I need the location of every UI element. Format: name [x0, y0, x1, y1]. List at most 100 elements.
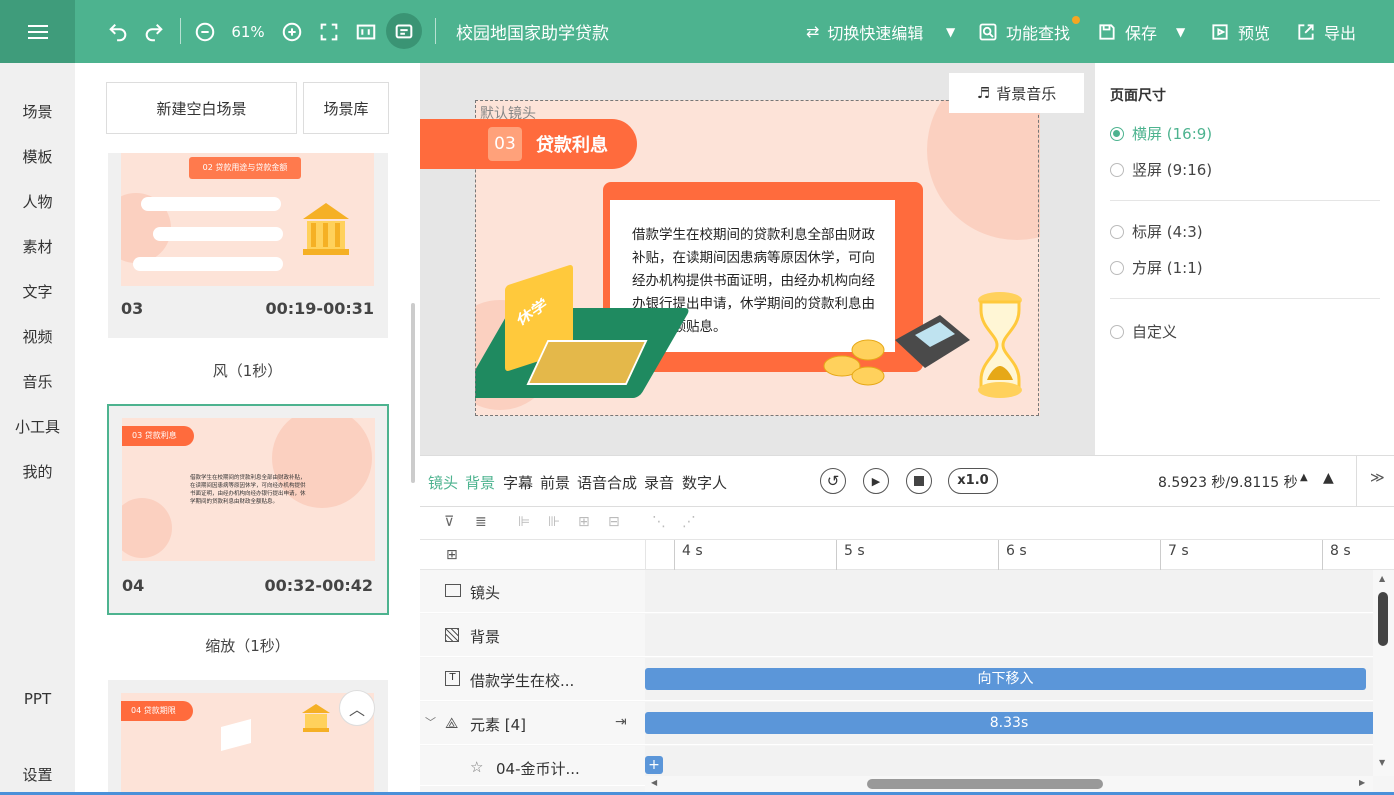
- track-row[interactable]: [645, 614, 1373, 657]
- track-element-item[interactable]: ☆ 04-金币计...: [420, 746, 645, 786]
- zoom-large-icon[interactable]: ▲: [1323, 470, 1334, 486]
- vertical-scrollbar[interactable]: ▲ ▼: [1373, 570, 1394, 776]
- element-clip[interactable]: 8.33s: [645, 712, 1373, 734]
- swap-icon: ⇄: [806, 22, 820, 41]
- transition-label[interactable]: 风（1秒）: [75, 360, 420, 381]
- speed-button[interactable]: x1.0: [948, 468, 998, 494]
- background-icon: [445, 628, 459, 642]
- distribute-icon[interactable]: ⊟: [608, 514, 620, 530]
- sidebar-item-template[interactable]: 模板: [0, 146, 75, 167]
- title-badge[interactable]: 03 贷款利息: [420, 119, 637, 169]
- sidebar-item-video[interactable]: 视频: [0, 326, 75, 347]
- search-icon: [979, 23, 997, 40]
- undo-icon[interactable]: [104, 0, 132, 63]
- tab-camera[interactable]: 镜头: [428, 472, 458, 493]
- new-blank-scene-button[interactable]: 新建空白场景: [106, 82, 297, 134]
- subtitle-icon[interactable]: [386, 13, 422, 49]
- radio-square[interactable]: 方屏 (1:1): [1110, 257, 1203, 278]
- bank-icon: [301, 703, 331, 733]
- ungroup-icon[interactable]: ⇥: [615, 714, 627, 730]
- background-music-button[interactable]: ♬ 背景音乐: [949, 73, 1084, 113]
- project-title[interactable]: 校园地国家助学贷款: [456, 0, 609, 63]
- expand-chevron-icon[interactable]: ﹀: [425, 714, 436, 730]
- radio-standard[interactable]: 标屏 (4:3): [1110, 221, 1203, 242]
- animation-clip[interactable]: 向下移入: [645, 668, 1366, 690]
- feature-search-button[interactable]: 功能查找: [978, 0, 1070, 63]
- sidebar-item-text[interactable]: 文字: [0, 281, 75, 302]
- tab-foreground[interactable]: 前景: [540, 472, 570, 493]
- radio-portrait[interactable]: 竖屏 (9:16): [1110, 159, 1212, 180]
- timeline-ruler[interactable]: ⊞ 4 s 5 s 6 s 7 s 8 s: [420, 539, 1394, 571]
- star-icon: ☆: [470, 758, 484, 776]
- top-toolbar: 61% 校园地国家助学贷款 ⇄ 切换快速编辑 ▼ 功能查找 保存 ▼ 预览 导出: [0, 0, 1394, 63]
- redo-icon[interactable]: [140, 0, 168, 63]
- align-right-icon[interactable]: ⊪: [548, 514, 560, 530]
- stagger-reverse-icon[interactable]: ⋰: [682, 514, 696, 530]
- align-center-icon[interactable]: ⊞: [578, 514, 590, 530]
- zoom-small-icon[interactable]: ▲: [1300, 472, 1308, 483]
- actual-size-icon[interactable]: [353, 0, 379, 63]
- timeline-tabbar: 镜头 背景 字幕 前景 语音合成 录音 数字人 ↺ ▶ x1.0 8.5923 …: [420, 455, 1394, 507]
- preview-button[interactable]: 预览: [1210, 0, 1270, 63]
- menu-icon[interactable]: [0, 0, 75, 63]
- scene-card[interactable]: 02 贷款用途与贷款金额 03 00:19-00:31: [108, 153, 388, 338]
- add-icon[interactable]: +: [645, 756, 663, 774]
- scroll-thumb[interactable]: [867, 779, 1103, 789]
- radio-custom[interactable]: 自定义: [1110, 321, 1177, 342]
- track-row[interactable]: 向下移入: [645, 658, 1373, 701]
- radio-landscape[interactable]: 横屏 (16:9): [1110, 123, 1212, 144]
- sidebar-item-material[interactable]: 素材: [0, 236, 75, 257]
- stagger-icon[interactable]: ⋱: [652, 514, 666, 530]
- scene-panel-scrollbar[interactable]: [411, 303, 415, 483]
- elements-icon: ⟁: [445, 714, 459, 732]
- zoom-out-icon[interactable]: [192, 0, 218, 63]
- notification-dot: [1072, 16, 1080, 24]
- sidebar-item-settings[interactable]: 设置: [0, 764, 75, 785]
- sidebar-item-character[interactable]: 人物: [0, 191, 75, 212]
- horizontal-scrollbar[interactable]: ◀ ▶: [645, 776, 1373, 792]
- tab-tts[interactable]: 语音合成: [577, 472, 637, 493]
- bank-icon: [301, 201, 351, 256]
- track-row[interactable]: [645, 570, 1373, 613]
- tab-subtitle[interactable]: 字幕: [503, 472, 533, 493]
- canvas-area: 借款学生在校期间的贷款利息全部由财政补贴，在读期间因患病等原因休学，可向经办机构…: [420, 63, 1095, 455]
- sidebar-item-mine[interactable]: 我的: [0, 461, 75, 482]
- sidebar-item-tools[interactable]: 小工具: [0, 416, 75, 437]
- sidebar-item-scene[interactable]: 场景: [0, 101, 75, 122]
- track-elements[interactable]: ﹀ ⟁ 元素 [4] ⇥: [420, 702, 645, 745]
- collapse-icon[interactable]: ≫: [1370, 470, 1385, 486]
- scene-card-selected[interactable]: 03 贷款利息 借款学生在校期间的贷款利息全部由财政补贴，在读期间因患病等原因休…: [107, 404, 389, 615]
- zoom-in-icon[interactable]: [279, 0, 305, 63]
- track-background[interactable]: 背景: [420, 614, 645, 657]
- tab-background[interactable]: 背景: [465, 472, 495, 493]
- save-button[interactable]: 保存: [1097, 0, 1157, 63]
- sidebar-item-ppt[interactable]: PPT: [0, 690, 75, 708]
- sort-icon[interactable]: ≣: [475, 514, 487, 530]
- scene-library-button[interactable]: 场景库: [303, 82, 389, 134]
- scene-thumbnail: 04 贷款期限: [121, 693, 374, 795]
- grid-icon[interactable]: ⊞: [446, 547, 458, 563]
- scroll-thumb[interactable]: [1378, 592, 1388, 646]
- camera-icon: [445, 584, 461, 597]
- track-text[interactable]: T 借款学生在校...: [420, 658, 645, 701]
- left-sidebar: 场景 模板 人物 素材 文字 视频 音乐 小工具 我的 PPT 设置: [0, 63, 75, 795]
- fullscreen-icon[interactable]: [316, 0, 342, 63]
- filter-icon[interactable]: ⊽: [444, 514, 454, 530]
- chevron-down-icon[interactable]: ▼: [946, 0, 955, 63]
- tab-record[interactable]: 录音: [644, 472, 674, 493]
- export-button[interactable]: 导出: [1296, 0, 1356, 63]
- align-left-icon[interactable]: ⊫: [518, 514, 530, 530]
- stop-icon[interactable]: [906, 468, 932, 494]
- transition-label[interactable]: 缩放（1秒）: [75, 635, 420, 656]
- tab-digital-human[interactable]: 数字人: [682, 472, 727, 493]
- timeline-tools: ⊽ ≣ ⊫ ⊪ ⊞ ⊟ ⋱ ⋰: [420, 507, 1394, 539]
- switch-edit-button[interactable]: ⇄ 切换快速编辑: [806, 0, 923, 63]
- track-row[interactable]: 8.33s: [645, 702, 1373, 745]
- replay-icon[interactable]: ↺: [820, 468, 846, 494]
- sidebar-item-music[interactable]: 音乐: [0, 371, 75, 392]
- track-camera[interactable]: 镜头: [420, 570, 645, 613]
- scene-panel: 新建空白场景 场景库 02 贷款用途与贷款金额 03 00:19-00:31 风…: [75, 63, 420, 795]
- save-options-chevron-icon[interactable]: ▼: [1176, 0, 1185, 63]
- play-icon[interactable]: ▶: [863, 468, 889, 494]
- scroll-top-chevron-icon[interactable]: ︿: [339, 690, 375, 726]
